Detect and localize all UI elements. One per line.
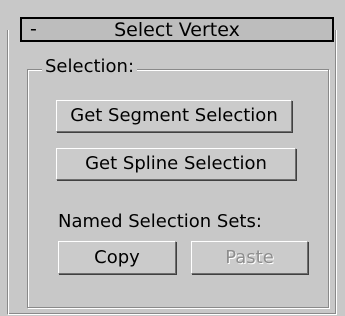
paste-button: Paste bbox=[191, 241, 308, 274]
named-selection-sets-label: Named Selection Sets: bbox=[58, 211, 262, 232]
get-segment-selection-button[interactable]: Get Segment Selection bbox=[56, 100, 292, 132]
rollout-title-bar[interactable]: - Select Vertex bbox=[20, 17, 334, 42]
selection-group-label: Selection: bbox=[42, 56, 138, 78]
select-vertex-panel: - Select Vertex Selection: Get Segment S… bbox=[0, 0, 345, 316]
rollout-title: Select Vertex bbox=[114, 19, 240, 41]
paste-button-label: Paste bbox=[225, 247, 274, 268]
get-spline-selection-button[interactable]: Get Spline Selection bbox=[56, 148, 296, 180]
copy-button[interactable]: Copy bbox=[58, 241, 176, 274]
